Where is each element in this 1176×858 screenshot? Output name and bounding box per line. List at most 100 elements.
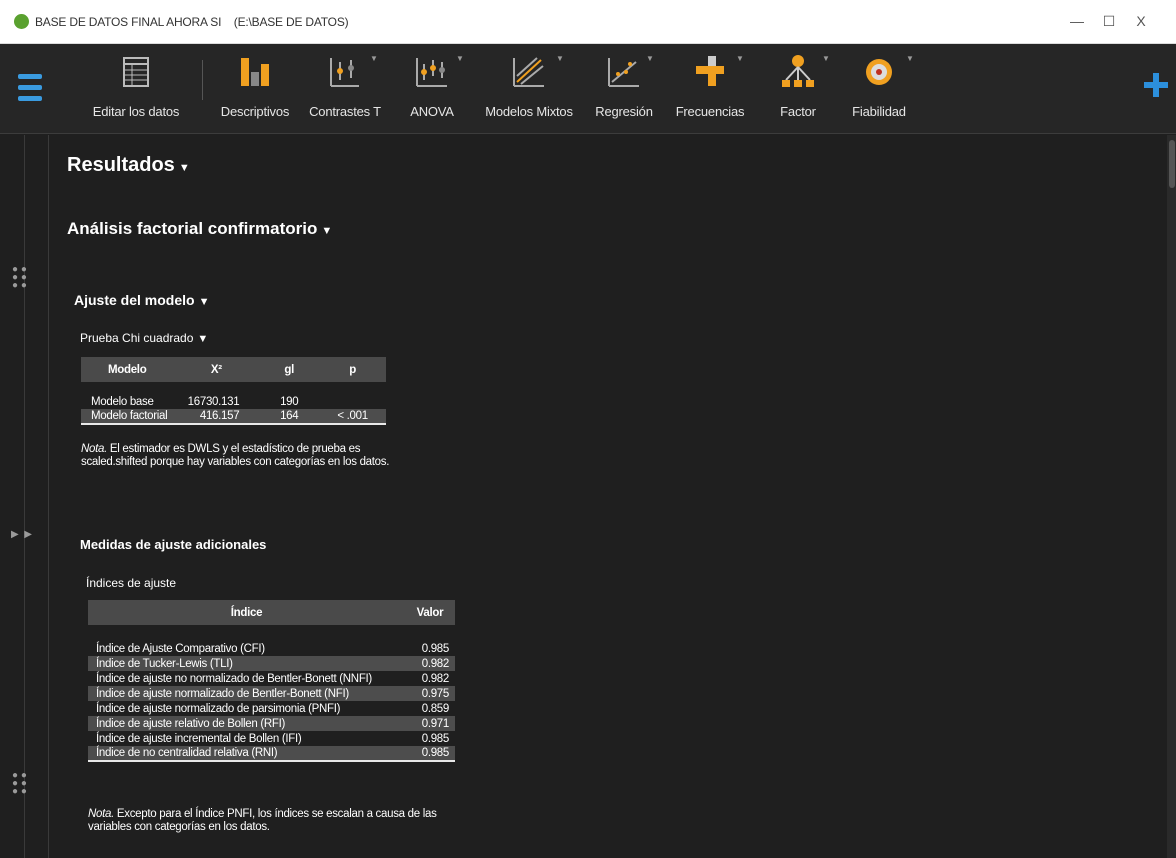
- table-cell: 0.985: [421, 732, 450, 745]
- dropdown-arrow-icon: ▼: [456, 54, 464, 63]
- chi-square-heading[interactable]: Prueba Chi cuadrado ▼: [80, 331, 208, 345]
- table-row: Índice de ajuste incremental de Bollen (…: [88, 731, 455, 746]
- menu-icon[interactable]: [18, 74, 42, 104]
- dropdown-arrow-icon: ▼: [556, 54, 564, 63]
- table-row: Índice de ajuste relativo de Bollen (RFI…: [88, 716, 455, 731]
- caret-down-icon[interactable]: ▼: [321, 225, 332, 237]
- table-row: Índice de Tucker-Lewis (TLI) 0.982: [88, 656, 455, 671]
- column-header: Modelo: [81, 357, 174, 382]
- table-cell: < .001: [319, 409, 386, 425]
- toolbar-label: ANOVA: [410, 104, 454, 119]
- close-button[interactable]: X: [1126, 8, 1156, 34]
- toolbar-label: Editar los datos: [92, 104, 180, 119]
- regression-icon: [608, 58, 639, 87]
- expand-panel-icon[interactable]: ▶ ▶: [11, 529, 32, 540]
- chi-square-title: Prueba Chi cuadrado: [80, 331, 194, 345]
- table-row: Índice de Ajuste Comparativo (CFI) 0.985: [88, 641, 455, 656]
- table-cell: 190: [280, 395, 299, 408]
- analysis-heading[interactable]: Análisis factorial confirmatorio ▼: [67, 219, 332, 239]
- column-header: X²: [173, 357, 260, 382]
- table-cell: 0.971: [405, 716, 455, 731]
- toolbar-item-regression[interactable]: ▼ Regresión: [588, 44, 660, 134]
- scrollbar-thumb[interactable]: [1169, 140, 1175, 188]
- toolbar-divider: [202, 60, 203, 100]
- toolbar-item-reliability[interactable]: ▼ Fiabilidad: [842, 44, 916, 134]
- minimize-button[interactable]: —: [1062, 8, 1092, 34]
- toolbar-label: Factor: [780, 104, 816, 119]
- drag-handle-icon[interactable]: ● ● ● ● ● ●: [12, 265, 27, 291]
- dropdown-arrow-icon: ▼: [370, 54, 378, 63]
- table-cell: 0.985: [421, 642, 450, 655]
- frequencies-icon: [696, 56, 724, 86]
- table-icon: [123, 57, 149, 87]
- dropdown-arrow-icon: ▼: [906, 54, 914, 63]
- caret-down-icon[interactable]: ▼: [199, 296, 210, 308]
- additional-fit-heading: Medidas de ajuste adicionales: [80, 537, 267, 552]
- table-note: Nota. El estimador es DWLS y el estadíst…: [81, 443, 393, 469]
- dropdown-arrow-icon: ▼: [736, 54, 744, 63]
- note-label: Nota.: [88, 808, 114, 820]
- results-heading[interactable]: Resultados ▼: [67, 154, 190, 177]
- factor-icon: [782, 55, 814, 87]
- table-row: Modelo factorial 416.157 164 < .001: [81, 409, 386, 425]
- table-cell: 0.982: [421, 672, 450, 685]
- reliability-icon: [866, 59, 892, 85]
- table-cell: 164: [259, 409, 320, 425]
- toolbar-item-t-tests[interactable]: ▼ Contrastes T: [302, 44, 388, 134]
- model-fit-title: Ajuste del modelo: [74, 292, 195, 308]
- results-title: Resultados: [67, 154, 175, 176]
- window-title: BASE DE DATOS FINAL AHORA SI (E:\BASE DE…: [35, 15, 349, 29]
- toolbar-label: Fiabilidad: [852, 104, 906, 119]
- toolbar-item-factor[interactable]: ▼ Factor: [766, 44, 830, 134]
- note-label: Nota.: [81, 443, 107, 455]
- toolbar-item-descriptives[interactable]: Descriptivos: [212, 44, 298, 134]
- anova-icon: [416, 58, 447, 87]
- dropdown-arrow-icon: ▼: [822, 54, 830, 63]
- add-module-button[interactable]: [1144, 73, 1168, 97]
- table-row: Índice de ajuste normalizado de Bentler-…: [88, 686, 455, 701]
- scrollbar[interactable]: [1167, 135, 1176, 858]
- table-header-row: Índice Valor: [88, 600, 455, 625]
- fit-indices-title: Índices de ajuste: [86, 576, 177, 590]
- table-row: Modelo base 16730.131 190: [81, 394, 386, 409]
- toolbar-item-mixed-models[interactable]: ▼ Modelos Mixtos: [478, 44, 580, 134]
- toolbar-label: Descriptivos: [220, 104, 290, 119]
- column-header: Índice: [88, 600, 405, 625]
- note-text: Excepto para el Índice PNFI, los índices…: [88, 808, 437, 833]
- table-row: Índice de ajuste no normalizado de Bentl…: [88, 671, 455, 686]
- toolbar-item-anova[interactable]: ▼ ANOVA: [400, 44, 464, 134]
- mixed-models-icon: [513, 57, 544, 87]
- table-cell: 416.157: [173, 409, 260, 425]
- title-bar: BASE DE DATOS FINAL AHORA SI (E:\BASE DE…: [0, 0, 1176, 44]
- table-cell: [319, 394, 386, 409]
- model-fit-heading[interactable]: Ajuste del modelo ▼: [74, 292, 209, 308]
- drag-handle-icon[interactable]: ● ● ● ● ● ●: [12, 771, 27, 797]
- column-header: gl: [259, 357, 320, 382]
- column-header: p: [319, 357, 386, 382]
- table-cell: Índice de Ajuste Comparativo (CFI): [96, 642, 265, 655]
- maximize-button[interactable]: ☐: [1094, 8, 1124, 34]
- toolbar-label: Regresión: [595, 104, 653, 119]
- gutter-divider: [24, 135, 25, 858]
- table-cell: Índice de ajuste normalizado de Bentler-…: [88, 686, 405, 701]
- toolbar-label: Contrastes T: [309, 104, 381, 119]
- table-cell: 0.985: [405, 746, 455, 762]
- caret-down-icon[interactable]: ▼: [179, 162, 190, 174]
- toolbar-item-edit-data[interactable]: Editar los datos: [86, 44, 186, 134]
- table-cell: Índice de ajuste normalizado de parsimon…: [96, 702, 341, 715]
- table-cell: 0.982: [405, 656, 455, 671]
- bar-chart-icon: [241, 58, 269, 86]
- table-cell: Índice de no centralidad relativa (RNI): [88, 746, 405, 762]
- spacer-row: [88, 625, 455, 641]
- table-cell: Índice de ajuste relativo de Bollen (RFI…: [88, 716, 405, 731]
- note-text: El estimador es DWLS y el estadístico de…: [81, 443, 390, 468]
- caret-down-icon[interactable]: ▼: [197, 333, 208, 345]
- table-cell: Modelo base: [91, 395, 154, 408]
- t-test-icon: [330, 58, 359, 87]
- table-cell: Índice de Tucker-Lewis (TLI): [88, 656, 405, 671]
- toolbar-item-frequencies[interactable]: ▼ Frecuencias: [668, 44, 752, 134]
- table-cell: 0.859: [421, 702, 450, 715]
- table-cell: Índice de ajuste incremental de Bollen (…: [96, 732, 302, 745]
- table-cell: 0.975: [405, 686, 455, 701]
- toolbar-label: Modelos Mixtos: [485, 104, 573, 119]
